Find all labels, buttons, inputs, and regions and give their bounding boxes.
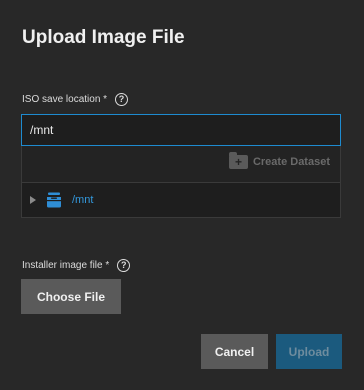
tree-node-label: /mnt — [72, 194, 94, 206]
dataset-icon — [47, 192, 61, 208]
cancel-button[interactable]: Cancel — [201, 334, 268, 369]
iso-location-input[interactable] — [21, 114, 341, 146]
upload-image-dialog: Upload Image File ISO save location * ? … — [0, 0, 364, 390]
upload-button[interactable]: Upload — [276, 334, 342, 369]
explorer-toolbar: + Create Dataset — [21, 146, 341, 182]
installer-label-row: Installer image file * ? — [22, 259, 131, 272]
choose-file-button[interactable]: Choose File — [21, 279, 121, 314]
create-folder-icon: + — [228, 152, 248, 169]
iso-location-label-row: ISO save location * ? — [22, 93, 129, 106]
iso-location-label: ISO save location * — [22, 94, 108, 105]
expand-arrow-icon[interactable] — [30, 196, 36, 204]
tree-node-mnt[interactable]: /mnt — [30, 191, 93, 209]
dialog-title: Upload Image File — [22, 27, 185, 48]
installer-label: Installer image file * — [22, 260, 110, 271]
help-icon[interactable]: ? — [115, 93, 129, 106]
create-dataset-label: Create Dataset — [252, 156, 330, 168]
help-icon[interactable]: ? — [117, 259, 131, 272]
file-tree: /mnt — [21, 182, 341, 218]
create-dataset-button[interactable]: + Create Dataset — [228, 152, 330, 169]
